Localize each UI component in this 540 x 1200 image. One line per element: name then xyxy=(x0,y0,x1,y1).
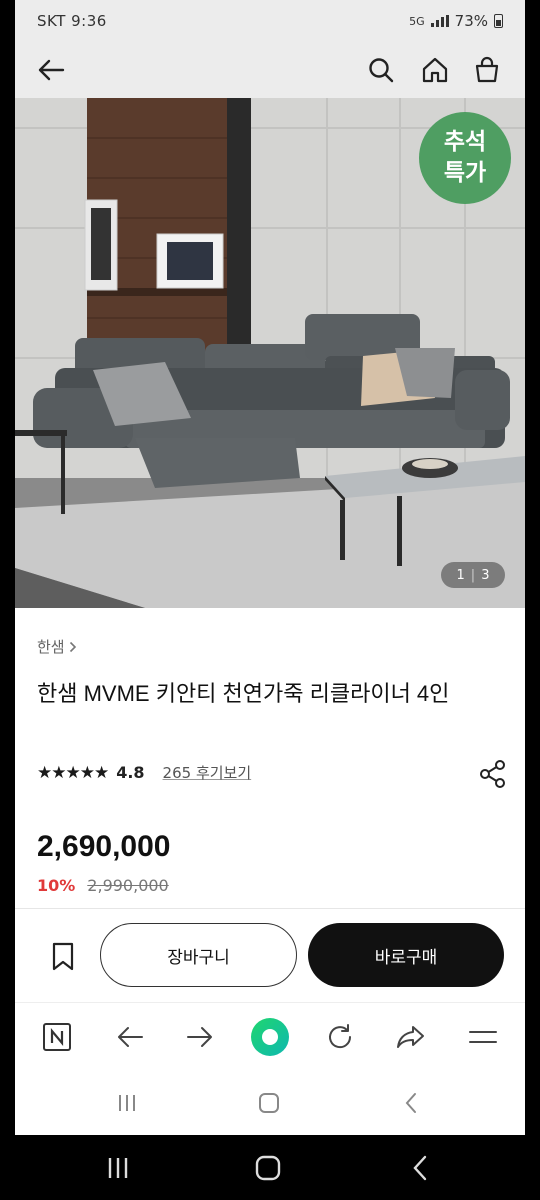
battery-icon xyxy=(494,14,503,28)
system-back-icon[interactable] xyxy=(391,1088,431,1118)
system-navigation xyxy=(15,1070,525,1135)
badge-line-1: 추석 xyxy=(443,129,487,155)
outer-navigation-bar xyxy=(0,1135,540,1200)
phone-screen: SKT 9:36 5G 73% 추석 특가 1 | 3 한샘 한샘 MVME 키… xyxy=(15,0,525,1135)
pager-current: 1 xyxy=(456,567,465,583)
outer-back-icon[interactable] xyxy=(400,1153,440,1183)
shopping-bag-icon[interactable] xyxy=(469,52,505,88)
buy-now-button[interactable]: 바로구매 xyxy=(308,923,504,987)
menu-icon[interactable] xyxy=(463,1017,503,1057)
outer-home-icon[interactable] xyxy=(248,1153,288,1183)
rating-value: 4.8 xyxy=(116,763,145,782)
app-bar xyxy=(15,42,525,98)
forward-icon[interactable] xyxy=(180,1017,220,1057)
share-icon[interactable] xyxy=(391,1017,431,1057)
brand-link[interactable]: 한샘 xyxy=(37,636,77,657)
sale-price: 2,690,000 xyxy=(37,830,171,863)
network-label: 5G xyxy=(409,14,425,28)
add-to-cart-button[interactable]: 장바구니 xyxy=(100,923,297,987)
product-image[interactable]: 추석 특가 1 | 3 xyxy=(15,98,525,608)
divider xyxy=(15,908,525,909)
chuseok-sale-badge: 추석 특가 xyxy=(419,112,511,204)
discount-rate: 10% xyxy=(37,876,76,895)
original-price: 2,990,000 xyxy=(87,876,169,895)
back-arrow-icon[interactable] xyxy=(33,52,69,88)
status-time: SKT 9:36 xyxy=(37,12,107,30)
price-details: 10% 2,990,000 xyxy=(37,876,169,895)
share-icon[interactable] xyxy=(477,758,509,790)
home-icon[interactable] xyxy=(417,52,453,88)
pager-total: 3 xyxy=(481,567,490,583)
image-pager: 1 | 3 xyxy=(441,562,505,588)
green-home-icon[interactable] xyxy=(250,1017,290,1057)
home-button-icon[interactable] xyxy=(249,1088,289,1118)
bookmark-icon[interactable] xyxy=(45,938,81,974)
naver-n-icon[interactable] xyxy=(37,1017,77,1057)
badge-line-2: 특가 xyxy=(443,160,487,186)
product-title: 한샘 MVME 키안티 천연가죽 리클라이너 4인 xyxy=(37,681,450,706)
outer-recent-apps-icon[interactable] xyxy=(98,1153,138,1183)
search-icon[interactable] xyxy=(363,52,399,88)
brand-name: 한샘 xyxy=(37,638,65,656)
back-icon[interactable] xyxy=(110,1017,150,1057)
rating-row: ★★★★★ 4.8 265 후기보기 xyxy=(37,762,251,783)
status-right: 5G 73% xyxy=(409,12,503,30)
chevron-right-icon xyxy=(69,641,76,652)
star-rating-icon: ★★★★★ xyxy=(37,762,109,783)
browser-toolbar xyxy=(15,1002,525,1070)
signal-icon xyxy=(430,15,449,27)
review-link[interactable]: 265 후기보기 xyxy=(163,762,252,783)
status-bar: SKT 9:36 5G 73% xyxy=(15,0,525,42)
pager-separator: | xyxy=(470,567,476,583)
recent-apps-icon[interactable] xyxy=(107,1088,147,1118)
battery-percent: 73% xyxy=(454,12,488,30)
refresh-icon[interactable] xyxy=(320,1017,360,1057)
